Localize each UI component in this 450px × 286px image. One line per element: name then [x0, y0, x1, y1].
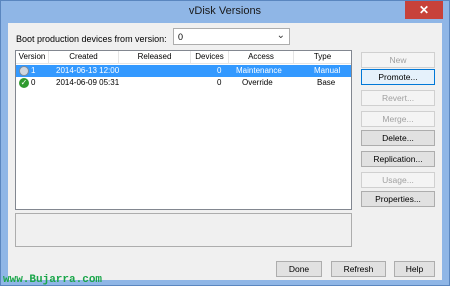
refresh-button[interactable]: Refresh: [331, 261, 386, 277]
revert-button[interactable]: Revert...: [361, 90, 435, 106]
versions-table[interactable]: Version Created Released Devices Access …: [15, 50, 352, 210]
delete-button[interactable]: Delete...: [361, 130, 435, 146]
cell-created: 2014-06-09 05:31: [56, 78, 120, 87]
boot-version-label: Boot production devices from version:: [16, 34, 167, 44]
cell-type: Base: [317, 78, 336, 87]
table-row[interactable]: 1 2014-06-13 12:00 0 Maintenance Manual: [16, 65, 351, 77]
usage-button[interactable]: Usage...: [361, 172, 435, 188]
table-row[interactable]: ✓ 0 2014-06-09 05:31 0 Override Base: [16, 77, 351, 89]
cell-access: Maintenance: [236, 66, 282, 75]
table-header: Version Created Released Devices Access …: [16, 51, 351, 64]
close-button[interactable]: ✕: [405, 1, 443, 19]
replication-button[interactable]: Replication...: [361, 151, 435, 167]
description-box: [15, 213, 352, 247]
cell-devices: 0: [217, 78, 222, 87]
column-header-created[interactable]: Created: [49, 51, 119, 64]
cell-type: Manual: [314, 66, 341, 75]
column-header-released[interactable]: Released: [119, 51, 191, 64]
cell-version: 0: [31, 78, 36, 87]
new-button[interactable]: New: [361, 52, 435, 68]
window-title: vDisk Versions: [188, 5, 262, 17]
cell-access: Override: [242, 78, 273, 87]
chevron-down-icon: ⌄: [276, 30, 285, 41]
column-header-devices[interactable]: Devices: [191, 51, 229, 64]
merge-button[interactable]: Merge...: [361, 111, 435, 127]
properties-button[interactable]: Properties...: [361, 191, 435, 207]
check-disk-icon: ✓: [19, 78, 29, 88]
dialog-client-area: Boot production devices from version: 0 …: [8, 23, 442, 280]
boot-version-select[interactable]: 0 ⌄: [173, 28, 290, 45]
boot-version-value: 0: [178, 32, 184, 42]
promote-button[interactable]: Promote...: [361, 69, 435, 85]
title-bar[interactable]: vDisk Versions ✕: [1, 1, 449, 23]
cell-created: 2014-06-13 12:00: [56, 66, 120, 75]
cell-devices: 0: [217, 66, 222, 75]
done-button[interactable]: Done: [276, 261, 322, 277]
column-header-version[interactable]: Version: [16, 51, 49, 64]
vdisk-versions-window: vDisk Versions ✕ Boot production devices…: [0, 0, 450, 286]
column-header-access[interactable]: Access: [229, 51, 294, 64]
cell-version: 1: [31, 66, 36, 75]
watermark: www.Bujarra.com: [3, 274, 103, 286]
close-icon: ✕: [418, 3, 430, 17]
help-button[interactable]: Help: [394, 261, 435, 277]
column-header-type[interactable]: Type: [294, 51, 351, 64]
gear-disk-icon: [19, 66, 29, 76]
